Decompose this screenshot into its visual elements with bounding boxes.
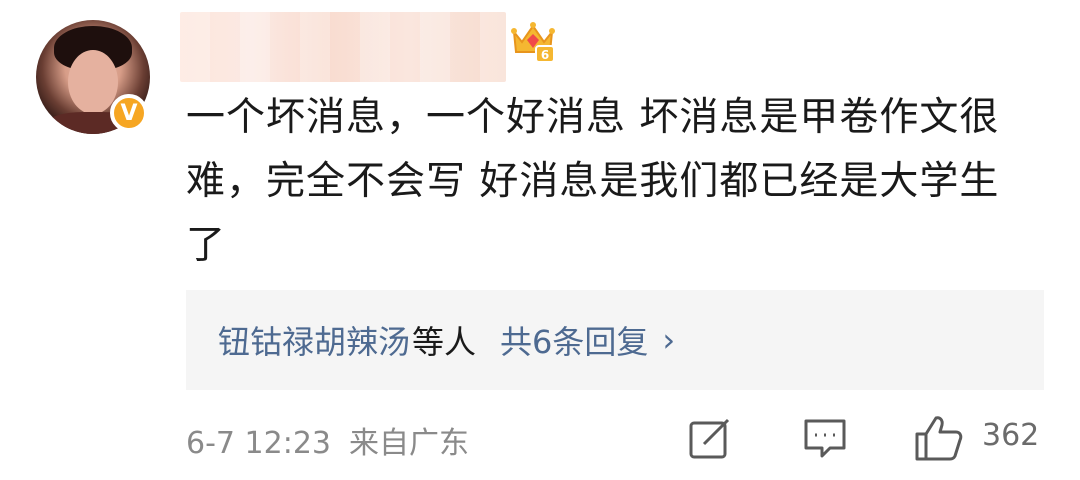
comment-text: 一个坏消息，一个好消息 坏消息是甲卷作文很难，完全不会写 好消息是我们都已经是大… [186,95,1000,268]
like-count: 362 [982,418,1040,453]
avatar-face [68,50,118,114]
reply-names-suffix: 等人 [412,323,477,361]
share-edit-icon[interactable] [688,416,732,460]
location: 来自广东 [349,426,469,461]
replies-box[interactable]: 钮钴禄胡辣汤 等人 共6条回复 › [186,290,1044,390]
crown-badge-icon: 6 [511,22,555,63]
reply-user-names[interactable]: 钮钴禄胡辣汤 [218,317,410,363]
comment-icon[interactable] [802,416,848,460]
timestamp: 6-7 12:23 [186,426,331,461]
thumbs-up-icon[interactable] [914,414,964,462]
comment-meta: 6-7 12:23 来自广东 [186,418,469,462]
verified-badge: V [110,94,148,132]
reply-count-link[interactable]: 共6条回复 [500,317,648,363]
chevron-right-icon[interactable]: › [662,321,675,359]
username-redacted[interactable] [180,12,506,82]
level-badge: 6 [541,48,549,62]
